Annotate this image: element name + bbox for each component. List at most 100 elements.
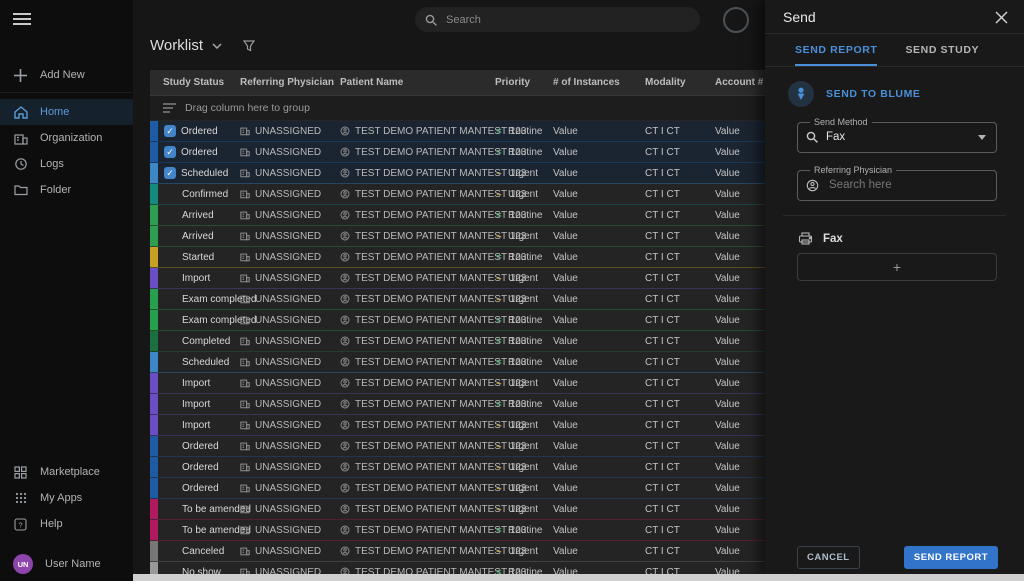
sidebar-item-logs[interactable]: Logs — [0, 151, 133, 177]
table-row[interactable]: Import UNASSIGNED TEST DEMO PATIENT MANT… — [150, 415, 765, 436]
add-new-button[interactable]: Add New — [0, 62, 133, 88]
table-row[interactable]: To be amended UNASSIGNED TEST DEMO PATIE… — [150, 520, 765, 541]
filter-icon[interactable] — [243, 40, 255, 52]
table-row[interactable]: ✓ Scheduled UNASSIGNED TEST DEMO PATIENT… — [150, 163, 765, 184]
column-header-referring-physician[interactable]: Referring Physician — [240, 77, 340, 88]
status-color-strip — [150, 541, 158, 561]
table-row[interactable]: Import UNASSIGNED TEST DEMO PATIENT MANT… — [150, 268, 765, 289]
sidebar-item-help[interactable]: ? Help — [0, 511, 133, 537]
sidebar-item-my-apps[interactable]: My Apps — [0, 485, 133, 511]
instances-cell: Value — [553, 483, 578, 494]
table-row[interactable]: Ordered UNASSIGNED TEST DEMO PATIENT MAN… — [150, 478, 765, 499]
status-color-strip — [150, 310, 158, 330]
person-circle-icon — [340, 420, 350, 430]
panel-divider — [765, 33, 1024, 34]
priority-icon: = — [495, 357, 503, 367]
close-icon[interactable] — [995, 11, 1008, 24]
hamburger-menu-icon[interactable] — [13, 12, 31, 26]
tab-send-report[interactable]: SEND REPORT — [795, 44, 877, 66]
priority-cell: Urgent — [508, 504, 538, 515]
referring-physician-cell: UNASSIGNED — [255, 189, 321, 200]
send-method-select[interactable]: Send Method Fax — [797, 117, 997, 153]
referring-physician-cell: UNASSIGNED — [255, 168, 321, 179]
account-cell: Value — [715, 315, 740, 326]
sidebar-item-marketplace[interactable]: Marketplace — [0, 459, 133, 485]
status-color-strip — [150, 247, 158, 267]
column-header-patient-name[interactable]: Patient Name — [340, 77, 495, 88]
table-row[interactable]: Exam completed UNASSIGNED TEST DEMO PATI… — [150, 289, 765, 310]
table-row[interactable]: Import UNASSIGNED TEST DEMO PATIENT MANT… — [150, 394, 765, 415]
worklist-dropdown-chevron-icon[interactable] — [212, 43, 222, 49]
column-header-study-status[interactable]: Study Status — [150, 77, 240, 88]
person-circle-icon — [340, 546, 350, 556]
table-row[interactable]: ✓ Ordered UNASSIGNED TEST DEMO PATIENT M… — [150, 121, 765, 142]
group-drop-zone[interactable]: Drag column here to group — [150, 96, 765, 121]
sidebar-item-label: Home — [40, 106, 69, 118]
table-row[interactable]: Arrived UNASSIGNED TEST DEMO PATIENT MAN… — [150, 205, 765, 226]
account-cell: Value — [715, 336, 740, 347]
table-row[interactable]: Arrived UNASSIGNED TEST DEMO PATIENT MAN… — [150, 226, 765, 247]
priority-cell: Urgent — [508, 441, 538, 452]
referring-physician-cell: UNASSIGNED — [255, 231, 321, 242]
column-header-instances[interactable]: # of Instances — [553, 77, 645, 88]
priority-icon: – — [495, 273, 503, 283]
account-cell: Value — [715, 504, 740, 515]
status-color-strip — [150, 415, 158, 435]
priority-icon: – — [495, 420, 503, 430]
tab-send-study[interactable]: SEND STUDY — [905, 44, 979, 66]
column-header-priority[interactable]: Priority — [495, 77, 553, 88]
referring-physician-cell: UNASSIGNED — [255, 315, 321, 326]
add-fax-recipient-button[interactable]: + — [797, 253, 997, 281]
modality-cell: CT I CT — [645, 168, 680, 179]
status-color-strip — [150, 163, 158, 183]
table-row[interactable]: Completed UNASSIGNED TEST DEMO PATIENT M… — [150, 331, 765, 352]
sidebar-divider — [0, 92, 133, 93]
send-report-button[interactable]: SEND REPORT — [904, 546, 998, 569]
table-row[interactable]: Confirmed UNASSIGNED TEST DEMO PATIENT M… — [150, 184, 765, 205]
horizontal-scrollbar[interactable] — [133, 574, 1024, 581]
priority-icon: = — [495, 399, 503, 409]
account-cell: Value — [715, 168, 740, 179]
row-checkbox[interactable]: ✓ — [164, 167, 176, 179]
table-header-row: Study Status Referring Physician Patient… — [150, 70, 765, 96]
table-row[interactable]: ✓ Ordered UNASSIGNED TEST DEMO PATIENT M… — [150, 142, 765, 163]
row-checkbox[interactable]: ✓ — [164, 146, 176, 158]
global-search[interactable] — [415, 7, 700, 32]
sidebar-item-home[interactable]: Home — [0, 99, 133, 125]
column-header-modality[interactable]: Modality — [645, 77, 715, 88]
row-checkbox[interactable]: ✓ — [164, 125, 176, 137]
column-header-account[interactable]: Account # — [715, 77, 765, 88]
sidebar-item-organization[interactable]: Organization — [0, 125, 133, 151]
table-row[interactable]: Canceled UNASSIGNED TEST DEMO PATIENT MA… — [150, 541, 765, 562]
status-color-strip — [150, 478, 158, 498]
table-row[interactable]: Ordered UNASSIGNED TEST DEMO PATIENT MAN… — [150, 436, 765, 457]
priority-icon: = — [495, 315, 503, 325]
referring-physician-cell: UNASSIGNED — [255, 294, 321, 305]
table-row[interactable]: To be amended UNASSIGNED TEST DEMO PATIE… — [150, 499, 765, 520]
search-input[interactable] — [444, 13, 690, 27]
referring-physician-field[interactable]: Referring Physician — [797, 165, 997, 201]
instances-cell: Value — [553, 378, 578, 389]
study-status-cell: Completed — [182, 336, 230, 347]
table-row[interactable]: Exam completed UNASSIGNED TEST DEMO PATI… — [150, 310, 765, 331]
account-cell: Value — [715, 126, 740, 137]
user-menu[interactable]: UN User Name — [0, 549, 133, 579]
referring-physician-label: Referring Physician — [810, 165, 896, 175]
table-row[interactable]: Started UNASSIGNED TEST DEMO PATIENT MAN… — [150, 247, 765, 268]
priority-icon: – — [495, 441, 503, 451]
send-to-blume-button[interactable]: SEND TO BLUME — [788, 81, 1024, 107]
table-row[interactable]: Import UNASSIGNED TEST DEMO PATIENT MANT… — [150, 373, 765, 394]
sidebar-item-folder[interactable]: Folder — [0, 177, 133, 203]
user-avatar-ring[interactable] — [723, 7, 749, 33]
person-circle-icon — [340, 462, 350, 472]
account-cell: Value — [715, 294, 740, 305]
building-icon — [240, 420, 250, 430]
building-icon — [240, 252, 250, 262]
referring-physician-search-input[interactable] — [827, 178, 961, 192]
add-new-label: Add New — [40, 69, 85, 81]
table-row[interactable]: Ordered UNASSIGNED TEST DEMO PATIENT MAN… — [150, 457, 765, 478]
table-row[interactable]: Scheduled UNASSIGNED TEST DEMO PATIENT M… — [150, 352, 765, 373]
dropdown-caret-icon[interactable] — [978, 135, 986, 140]
cancel-button[interactable]: CANCEL — [797, 546, 860, 569]
fax-icon — [798, 232, 813, 245]
